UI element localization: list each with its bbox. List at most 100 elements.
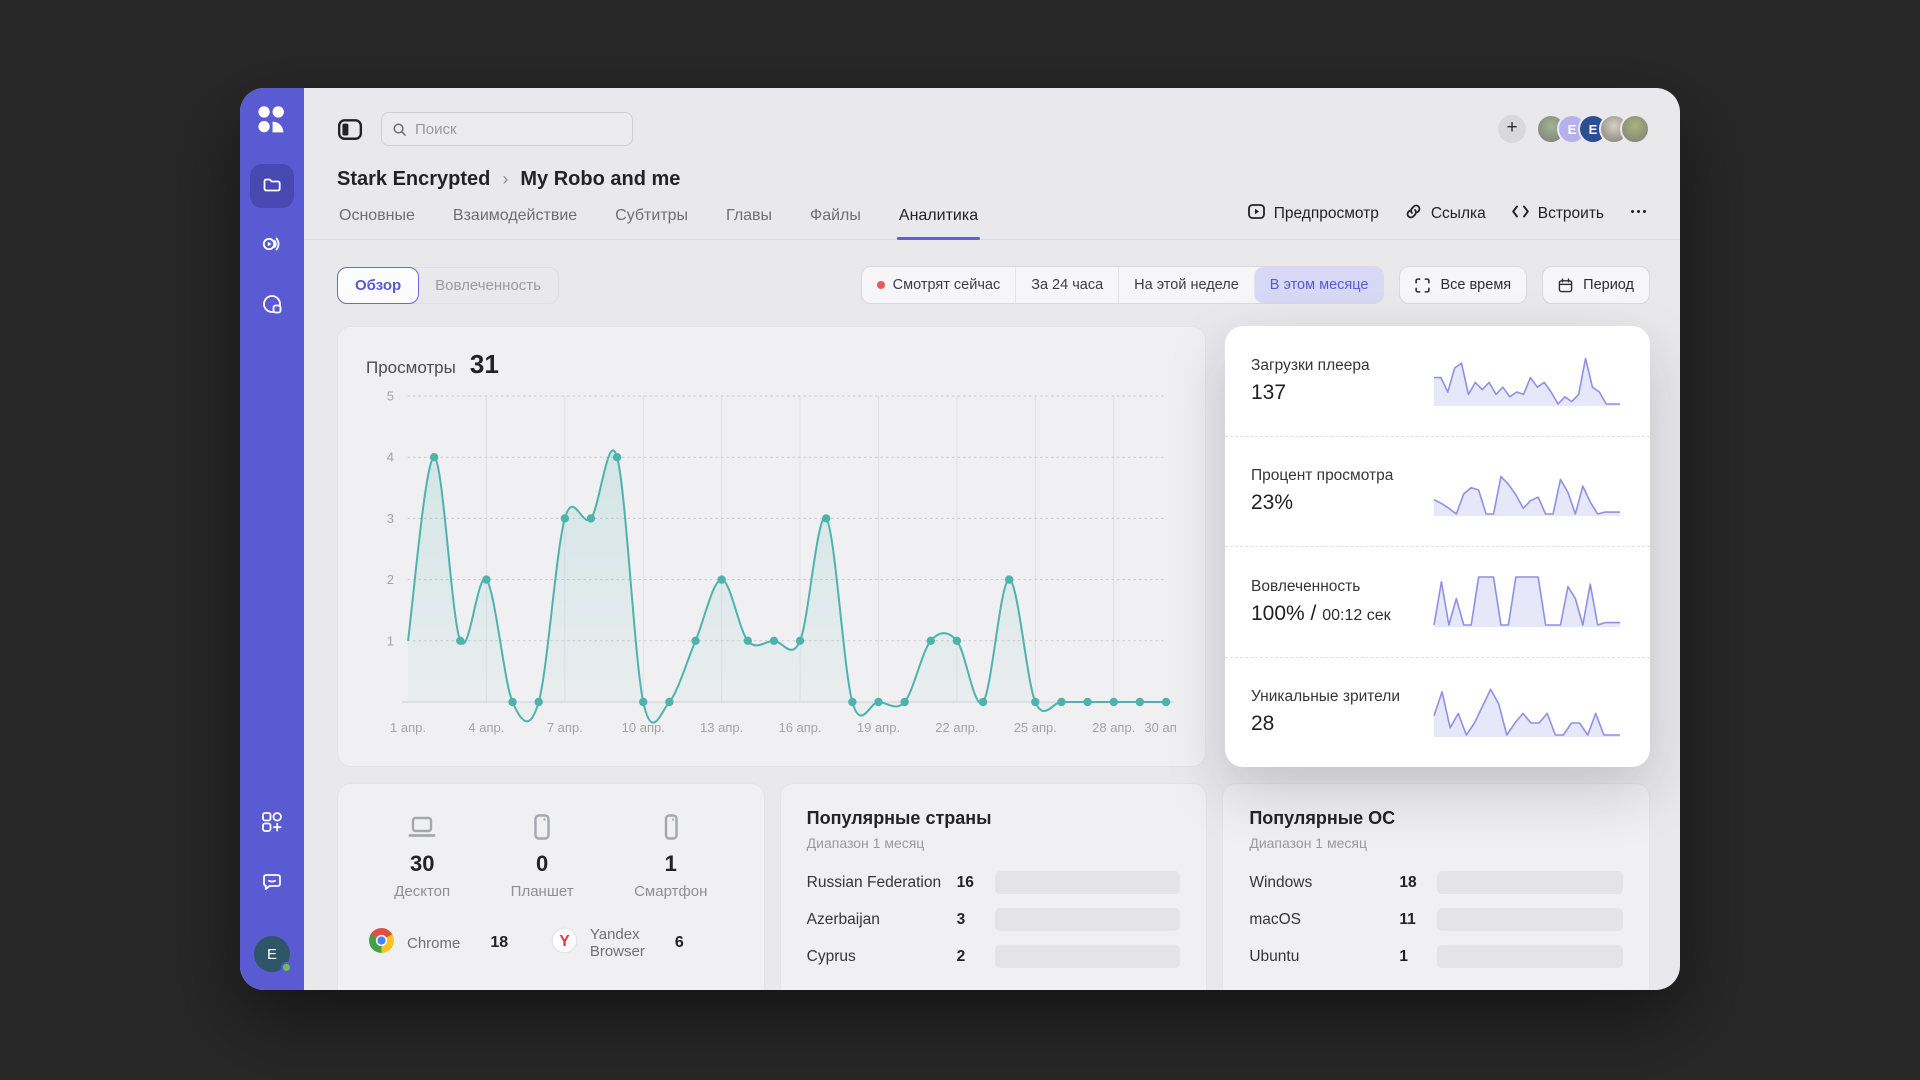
bar-track	[1437, 908, 1623, 931]
stat-label: Вовлеченность	[1251, 578, 1391, 596]
device-label: Смартфон	[634, 883, 707, 900]
views-chart-card: Просмотры 31 123451 апр.4 апр.7 апр.10 а…	[337, 326, 1206, 767]
live-dot-icon	[877, 281, 885, 289]
stat-info: Процент просмотра 23%	[1251, 467, 1393, 515]
device-count: 0	[536, 851, 548, 877]
sparkline-chart	[1432, 683, 1622, 741]
sidebar-user-avatar[interactable]: E	[254, 936, 290, 972]
analytics-filter-row: ОбзорВовлеченность Смотрят сейчас За 24 ч…	[304, 240, 1680, 304]
stat-value: 23%	[1251, 491, 1393, 515]
sidebar-item-library[interactable]	[250, 164, 294, 208]
tab-взаимодействие[interactable]: Взаимодействие	[451, 207, 579, 239]
search-input[interactable]	[415, 121, 622, 138]
breadcrumb-separator-icon: ›	[502, 169, 508, 190]
range-segment[interactable]: В этом месяце	[1254, 267, 1384, 303]
tab-файлы[interactable]: Файлы	[808, 207, 863, 239]
period-button[interactable]: Период	[1542, 266, 1650, 304]
bar-value: 11	[1399, 911, 1437, 929]
bar-track	[1437, 945, 1623, 968]
os-row: Windows 18	[1249, 871, 1623, 894]
svg-text:3: 3	[387, 511, 394, 526]
sidebar-item-analytics[interactable]	[250, 284, 294, 328]
member-avatar-photo[interactable]	[1620, 114, 1650, 144]
stat-value: 137	[1251, 381, 1370, 405]
breadcrumb-parent[interactable]: Stark Encrypted	[337, 168, 490, 191]
countries-card: Популярные страны Диапазон 1 месяц Russi…	[780, 783, 1208, 990]
devices-card: 30 Десктоп 0 Планшет 1 Смартфон Chrome 1…	[337, 783, 765, 990]
device-label: Десктоп	[394, 883, 450, 900]
time-filters: Смотрят сейчас За 24 часа На этой неделе В …	[861, 266, 1650, 304]
sidebar-collapse-icon[interactable]	[337, 116, 365, 142]
tab-аналитика[interactable]: Аналитика	[897, 207, 980, 239]
device-stat-tablet: 0 Планшет	[511, 814, 574, 900]
calendar-icon	[1558, 278, 1573, 293]
all-time-button[interactable]: Все время	[1399, 266, 1527, 304]
live-icon	[260, 232, 284, 261]
stat-value-secondary: 00:12 сек	[1322, 607, 1390, 624]
sparkline-chart	[1432, 352, 1622, 410]
sparkline-chart	[1432, 462, 1622, 520]
view-mode-switch: ОбзорВовлеченность	[337, 267, 559, 304]
add-member-button[interactable]: +	[1498, 115, 1526, 143]
stat-card[interactable]: Уникальные зрители 28	[1225, 658, 1650, 768]
svg-text:13 апр.: 13 апр.	[700, 720, 743, 735]
device-count: 30	[410, 851, 434, 877]
search-box	[381, 112, 633, 146]
svg-text:Y: Y	[559, 933, 570, 950]
stat-card[interactable]: Загрузки плеера 137	[1225, 326, 1650, 437]
sidebar-item-chat[interactable]	[250, 862, 294, 906]
svg-text:1 апр.: 1 апр.	[390, 720, 426, 735]
range-segment[interactable]: На этой неделе	[1118, 267, 1254, 303]
device-stat-laptop: 30 Десктоп	[394, 814, 450, 900]
country-row: Russian Federation 16	[807, 871, 1181, 894]
stat-card[interactable]: Вовлеченность 100% / 00:12 сек	[1225, 547, 1650, 658]
more-button[interactable]	[1630, 203, 1647, 225]
os-rows: Windows 18 macOS 11 Ubuntu 1	[1249, 871, 1623, 968]
tab-субтитры[interactable]: Субтитры	[613, 207, 690, 239]
bar-label: macOS	[1249, 911, 1399, 929]
chat-icon	[260, 870, 284, 899]
sidebar-item-apps[interactable]	[250, 802, 294, 846]
link-button[interactable]: Ссылка	[1405, 203, 1486, 225]
desktop-background: E	[0, 0, 1920, 1080]
embed-button[interactable]: Встроить	[1512, 203, 1604, 225]
countries-subtitle: Диапазон 1 месяц	[807, 835, 1181, 851]
range-segment[interactable]: За 24 часа	[1015, 267, 1118, 303]
stat-label: Загрузки плеера	[1251, 357, 1370, 375]
view-mode-inactive[interactable]: Вовлеченность	[418, 268, 558, 303]
chart-total-value: 31	[470, 349, 499, 380]
topbar: + EE	[304, 88, 1680, 146]
svg-text:1: 1	[387, 633, 394, 648]
bar-label: Russian Federation	[807, 874, 957, 892]
sidebar-user-initial: E	[267, 946, 277, 963]
stat-info: Уникальные зрители 28	[1251, 688, 1400, 736]
stat-label: Уникальные зрители	[1251, 688, 1400, 706]
stat-card[interactable]: Процент просмотра 23%	[1225, 437, 1650, 548]
tabs-row: Основные Взаимодействие Субтитры Главы Файлы…	[304, 207, 1680, 240]
svg-text:22 апр.: 22 апр.	[935, 720, 978, 735]
app-window: E	[240, 88, 1680, 990]
browser-name: Chrome	[407, 935, 460, 952]
online-status-dot	[281, 962, 292, 973]
preview-button[interactable]: Предпросмотр	[1248, 203, 1379, 225]
bar-value: 3	[957, 911, 995, 929]
page-title: My Robo and me	[520, 168, 680, 191]
svg-text:10 апр.: 10 апр.	[622, 720, 665, 735]
view-mode-active[interactable]: Обзор	[337, 267, 419, 304]
range-segment[interactable]: Смотрят сейчас	[862, 267, 1016, 303]
tab-основные[interactable]: Основные	[337, 207, 417, 239]
link-icon	[1405, 203, 1422, 225]
sidebar-item-live[interactable]	[250, 224, 294, 268]
range-label: За 24 часа	[1031, 277, 1103, 293]
kinescope-logo[interactable]	[255, 104, 289, 138]
os-card: Популярные ОС Диапазон 1 месяц Windows 1…	[1222, 783, 1650, 990]
svg-text:28 апр.: 28 апр.	[1092, 720, 1135, 735]
smartphone-icon	[655, 814, 687, 845]
range-label: На этой неделе	[1134, 277, 1239, 293]
country-row: Cyprus 2	[807, 945, 1181, 968]
topbar-right: + EE	[1498, 114, 1650, 144]
tab-главы[interactable]: Главы	[724, 207, 774, 239]
period-label: Период	[1583, 277, 1634, 293]
bar-track	[1437, 871, 1623, 894]
sidebar: E	[240, 88, 304, 990]
